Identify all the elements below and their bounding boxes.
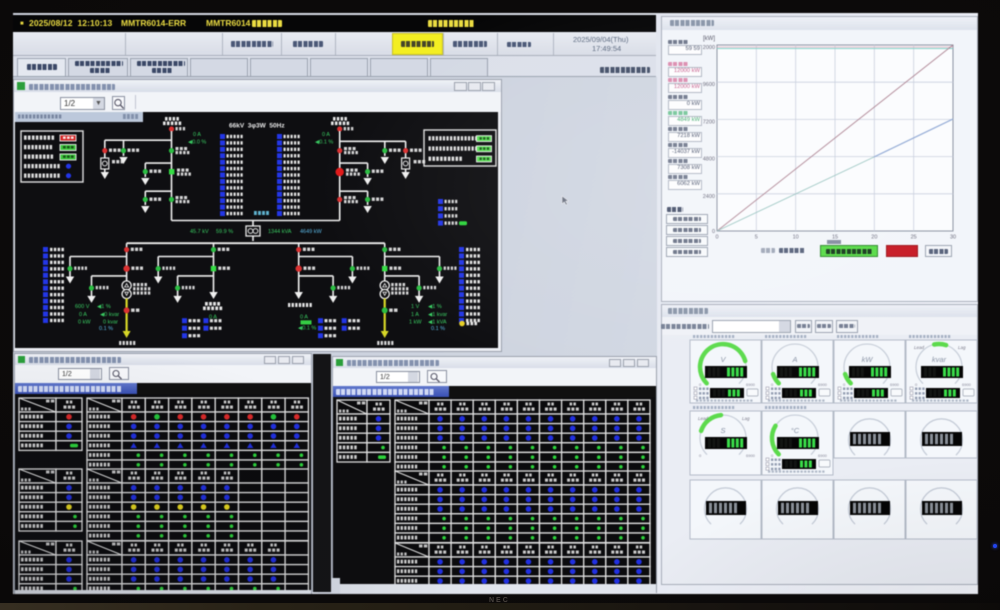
svg-text:◀1 kVA: ◀1 kVA (428, 319, 447, 325)
svg-text:0 kW: 0 kW (78, 319, 91, 325)
svg-text:45.7 kV: 45.7 kV (190, 229, 209, 235)
svg-text:2400: 2400 (703, 194, 715, 200)
svg-text:A: A (791, 355, 797, 364)
svg-text:0 kvar: 0 kvar (103, 319, 118, 325)
svg-text:6900: 6900 (890, 382, 900, 387)
svg-text:25: 25 (911, 235, 917, 241)
svg-text:0: 0 (715, 235, 718, 241)
svg-text:◀0 kvar: ◀0 kvar (100, 312, 119, 318)
svg-text:Lead: Lead (698, 416, 709, 421)
svg-text:4800: 4800 (703, 157, 715, 163)
svg-text:6900: 6900 (818, 382, 828, 387)
svg-text:6900: 6900 (962, 382, 972, 387)
svg-text:Lag: Lag (958, 345, 966, 350)
svg-text:15: 15 (832, 235, 838, 241)
svg-text:9600: 9600 (703, 82, 715, 88)
svg-text:◀1 %: ◀1 % (428, 304, 442, 310)
svg-text:◀1 %: ◀1 % (97, 304, 111, 310)
svg-text:1344 kVA: 1344 kVA (268, 229, 292, 235)
svg-text:S: S (720, 426, 725, 435)
svg-text:1 V: 1 V (411, 304, 420, 310)
svg-text:6900: 6900 (746, 382, 756, 387)
svg-text:0 A: 0 A (193, 132, 201, 138)
svg-text:◀0.1 %: ◀0.1 % (315, 140, 333, 146)
svg-text:66kV 3φ3W 50Hz: 66kV 3φ3W 50Hz (229, 123, 285, 130)
svg-text:10: 10 (793, 235, 799, 241)
svg-text:[kW]: [kW] (703, 36, 715, 42)
svg-text:kW: kW (862, 355, 874, 364)
svg-text:12000: 12000 (703, 45, 715, 51)
svg-text:◀1 kvar: ◀1 kvar (428, 312, 447, 318)
svg-text:4649 kW: 4649 kW (300, 229, 323, 235)
svg-text:5: 5 (755, 235, 758, 241)
svg-text:6900: 6900 (746, 453, 756, 458)
svg-text:◀0.1 %: ◀0.1 % (298, 326, 316, 332)
svg-text:1 kW: 1 kW (409, 319, 422, 325)
svg-text:0.1 %: 0.1 % (431, 326, 445, 332)
svg-text:kvar: kvar (932, 355, 947, 364)
svg-text:0.1 %: 0.1 % (99, 326, 113, 332)
svg-text:59.9 %: 59.9 % (216, 229, 233, 235)
svg-text:6900: 6900 (818, 453, 828, 458)
svg-text:0 A: 0 A (322, 132, 330, 138)
svg-text:◀0.0 %: ◀0.0 % (188, 140, 206, 146)
svg-text:°C: °C (791, 426, 800, 435)
svg-text:Lead: Lead (914, 345, 925, 350)
svg-text:600 V: 600 V (75, 304, 90, 310)
svg-text:0 A: 0 A (79, 312, 87, 318)
svg-text:7200: 7200 (703, 119, 715, 125)
svg-text:0 A: 0 A (300, 315, 308, 321)
svg-text:20: 20 (871, 235, 877, 241)
svg-text:Lag: Lag (742, 416, 750, 421)
svg-text:30: 30 (950, 235, 956, 241)
svg-text:1 A: 1 A (411, 312, 419, 318)
